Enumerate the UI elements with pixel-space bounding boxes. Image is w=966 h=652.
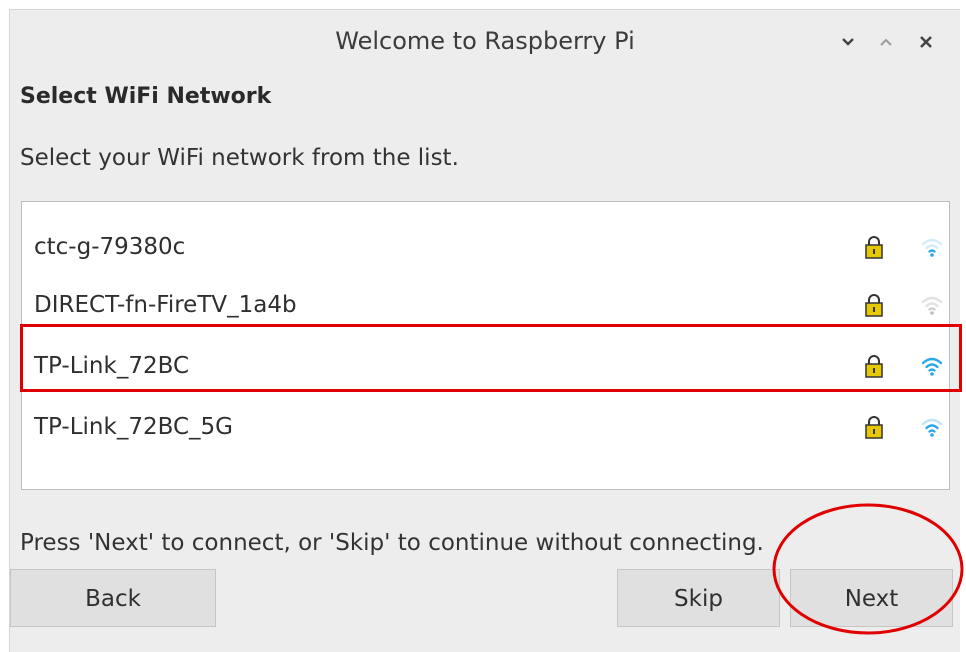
wifi-signal-weak-icon [921, 238, 943, 257]
chevron-up-icon [880, 38, 892, 46]
chevron-down-icon [842, 38, 854, 46]
network-row[interactable]: DIRECT-fn-FireTV_1a4b [22, 275, 949, 335]
window-title: Welcome to Raspberry Pi [335, 27, 635, 55]
page-description: Select your WiFi network from the list. [20, 145, 459, 171]
network-row[interactable]: TP-Link_72BC_5G [22, 397, 949, 457]
maximize-button[interactable] [874, 31, 898, 53]
lock-icon [865, 294, 883, 317]
minimize-button[interactable] [836, 31, 860, 53]
network-ssid: TP-Link_72BC_5G [34, 414, 233, 440]
wifi-signal-weak-icon [921, 296, 943, 315]
network-ssid: DIRECT-fn-FireTV_1a4b [34, 292, 297, 318]
back-button[interactable]: Back [10, 569, 216, 627]
next-button[interactable]: Next [790, 569, 953, 627]
network-ssid: ctc-g-79380c [34, 234, 186, 260]
network-row[interactable]: ctc-g-79380c [22, 217, 949, 277]
page-heading: Select WiFi Network [20, 84, 272, 109]
wifi-signal-medium-icon [921, 418, 943, 437]
wifi-signal-strong-icon [921, 357, 943, 376]
network-ssid: TP-Link_72BC [34, 353, 190, 379]
title-bar[interactable]: Welcome to Raspberry Pi [10, 10, 960, 72]
connect-hint: Press 'Next' to connect, or 'Skip' to co… [20, 530, 764, 556]
lock-icon [865, 416, 883, 439]
close-button[interactable] [914, 31, 938, 53]
close-icon [920, 36, 932, 48]
network-row-selected[interactable]: TP-Link_72BC [22, 336, 949, 396]
wifi-network-list[interactable]: ctc-g-79380c DIRECT-fn-FireTV_1a4b TP-Li… [21, 201, 950, 490]
wizard-window: Welcome to Raspberry Pi Select WiFi Netw… [9, 9, 960, 652]
lock-icon [865, 355, 883, 378]
lock-icon [865, 236, 883, 259]
skip-button[interactable]: Skip [617, 569, 780, 627]
